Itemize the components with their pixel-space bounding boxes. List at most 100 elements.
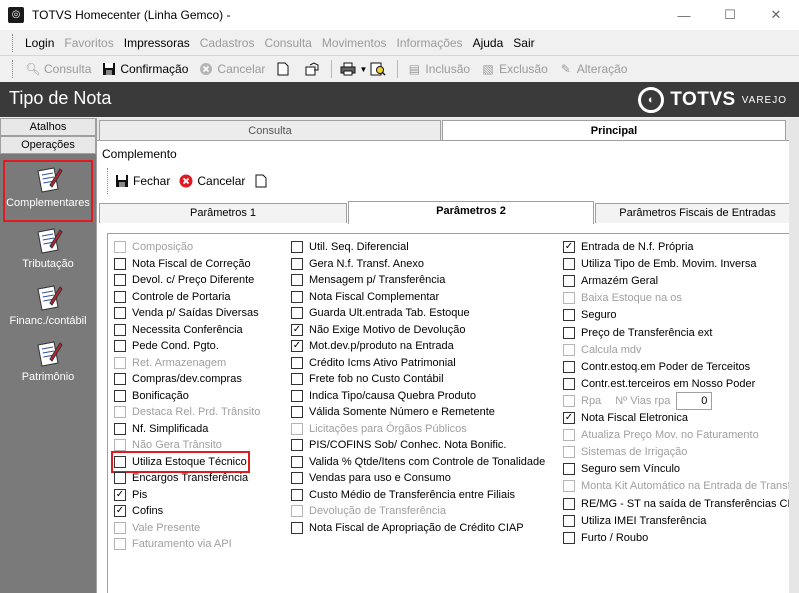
checkbox-box[interactable] <box>114 274 126 286</box>
checkbox-box[interactable] <box>114 406 126 418</box>
checkbox-necessita-conferencia[interactable]: Necessita Conferência <box>114 322 243 338</box>
exclusao-button[interactable]: ▧ Exclusão <box>475 58 553 80</box>
print-button[interactable]: ▼ <box>335 58 394 80</box>
checkbox-box[interactable] <box>563 309 575 322</box>
checkbox-box[interactable] <box>291 257 303 270</box>
print-dropdown-icon[interactable]: ▼ <box>359 65 367 74</box>
checkbox-nota-fiscal-de-correcao[interactable]: Nota Fiscal de Correção <box>114 256 251 272</box>
checkbox-contr-est-terceiros-em-nosso-poder[interactable]: Contr.est.terceiros em Nosso Poder <box>563 376 755 392</box>
checkbox-box[interactable] <box>563 429 575 442</box>
alteracao-button[interactable]: ✎ Alteração <box>553 58 633 80</box>
tab-parametros-2[interactable]: Parâmetros 2 <box>348 201 594 224</box>
checkbox-bonificacao[interactable]: Bonificação <box>114 388 189 404</box>
checkbox-box[interactable] <box>563 497 575 510</box>
nav-item-tributacao[interactable]: Tributação <box>0 223 96 285</box>
checkbox-furto-roubo[interactable]: Furto / Roubo <box>563 530 648 546</box>
checkbox-box[interactable] <box>563 394 575 407</box>
checkbox-box[interactable] <box>114 472 126 484</box>
checkbox-valida-somente-numero-e-remetente[interactable]: Válida Somente Número e Remetente <box>291 404 495 420</box>
confirmacao-button[interactable]: Confirmação <box>96 58 193 80</box>
checkbox-box[interactable]: ✓ <box>563 412 575 424</box>
menu-movimentos[interactable]: Movimentos <box>317 36 392 50</box>
checkbox-seguro-sem-vinculo[interactable]: Seguro sem Vínculo <box>563 461 680 477</box>
checkbox-faturamento-via-api[interactable]: Faturamento via API <box>114 536 232 552</box>
checkbox-box[interactable] <box>114 455 126 468</box>
checkbox-indica-tipo-causa-quebra-produto[interactable]: Indica Tipo/causa Quebra Produto <box>291 388 476 404</box>
checkbox-box[interactable] <box>291 472 303 484</box>
checkbox-box[interactable] <box>563 446 575 459</box>
checkbox-box[interactable] <box>563 463 575 476</box>
checkbox-nota-fiscal-de-apropriacao-de-credito-ciap[interactable]: Nota Fiscal de Apropriação de Crédito CI… <box>291 520 524 536</box>
checkbox-box[interactable] <box>291 274 303 286</box>
checkbox-destaca-rel-prd-transito[interactable]: Destaca Rel. Prd. Trânsito <box>114 404 260 420</box>
menu-consulta[interactable]: Consulta <box>259 36 316 50</box>
maximize-button[interactable]: ☐ <box>707 0 753 30</box>
checkbox-box[interactable] <box>291 488 303 501</box>
checkbox-valida-qtde-itens-com-controle-de-tonalidade[interactable]: Valida % Qtde/Itens com Controle de Tona… <box>291 454 545 470</box>
checkbox-seguro[interactable]: Seguro <box>563 307 616 323</box>
checkbox-mot-dev-p-produto-na-entrada[interactable]: ✓ Mot.dev.p/produto na Entrada <box>291 338 454 354</box>
checkbox-box[interactable] <box>563 292 575 305</box>
checkbox-box[interactable] <box>563 343 575 356</box>
checkbox-box[interactable] <box>291 455 303 468</box>
checkbox-vendas-para-uso-e-consumo[interactable]: Vendas para uso e Consumo <box>291 470 451 486</box>
checkbox-frete-fob-no-custo-contabil[interactable]: Frete fob no Custo Contábil <box>291 371 444 387</box>
nav-operacoes[interactable]: Operações <box>0 136 96 154</box>
tab-principal[interactable]: Principal <box>442 120 786 142</box>
checkbox-credito-icms-ativo-patrimonial[interactable]: Crédito Icms Ativo Patrimonial <box>291 355 456 371</box>
checkbox-box[interactable]: ✓ <box>114 505 126 517</box>
checkbox-contr-estoq-em-poder-de-terceitos[interactable]: Contr.estoq.em Poder de Terceitos <box>563 359 750 375</box>
checkbox-composicao[interactable]: Composição <box>114 239 193 255</box>
menu-login[interactable]: Login <box>20 36 59 50</box>
dialog-cancelar-button[interactable]: Cancelar <box>176 173 251 189</box>
tab-consulta[interactable]: Consulta <box>99 120 441 142</box>
checkbox-box[interactable]: ✓ <box>563 241 575 253</box>
checkbox-box[interactable] <box>291 439 303 451</box>
checkbox-vale-presente[interactable]: Vale Presente <box>114 520 200 536</box>
checkbox-nota-fiscal-complementar[interactable]: Nota Fiscal Complementar <box>291 289 439 305</box>
checkbox-controle-de-portaria[interactable]: Controle de Portaria <box>114 289 230 305</box>
checkbox-box[interactable] <box>114 373 126 385</box>
checkbox-nao-gera-transito[interactable]: Não Gera Trânsito <box>114 437 222 453</box>
checkbox-box[interactable] <box>114 290 126 303</box>
checkbox-sistemas-de-irrigacao[interactable]: Sistemas de Irrigação <box>563 444 687 460</box>
new-document-button[interactable] <box>270 58 299 80</box>
checkbox-nao-exige-motivo-de-devolucao[interactable]: ✓ Não Exige Motivo de Devolução <box>291 322 466 338</box>
fechar-button[interactable]: Fechar <box>112 173 176 189</box>
checkbox-util-seq-diferencial[interactable]: Util. Seq. Diferencial <box>291 239 409 255</box>
checkbox-box[interactable] <box>291 307 303 319</box>
checkbox-box[interactable] <box>291 241 303 253</box>
checkbox-box[interactable] <box>114 323 126 336</box>
checkbox-utiliza-imei-transferencia[interactable]: Utiliza IMEI Transferência <box>563 513 706 529</box>
checkbox-venda-p-saidas-diversas[interactable]: Venda p/ Saídas Diversas <box>114 305 259 321</box>
nav-atalhos[interactable]: Atalhos <box>0 118 96 136</box>
vias-rpa-input[interactable]: 0 <box>676 391 713 410</box>
checkbox-pede-cond-pgto[interactable]: Pede Cond. Pgto. <box>114 338 219 354</box>
menu-impressoras[interactable]: Impressoras <box>119 36 195 50</box>
nav-item-patrimonio[interactable]: Patrimônio <box>0 336 96 398</box>
checkbox-pis-cofins-sob-conhec-nota-bonific[interactable]: PIS/COFINS Sob/ Conhec. Nota Bonific. <box>291 437 506 453</box>
checkbox-box[interactable] <box>563 360 575 373</box>
checkbox-gera-n-f-transf-anexo[interactable]: Gera N.f. Transf. Anexo <box>291 256 424 272</box>
checkbox-box[interactable] <box>291 505 303 517</box>
vertical-scrollbar[interactable] <box>789 118 799 593</box>
checkbox-nf-simplificada[interactable]: Nf. Simplificada <box>114 421 208 437</box>
checkbox-pis[interactable]: ✓ Pis <box>114 487 147 503</box>
checkbox-preco-de-transferencia-ext[interactable]: Preço de Transferência ext <box>563 325 712 341</box>
tab-parametros-1[interactable]: Parâmetros 1 <box>99 203 347 223</box>
inclusao-button[interactable]: ▤ Inclusão <box>401 58 475 80</box>
consulta-button[interactable]: 🔍︎ Consulta <box>20 58 96 80</box>
checkbox-box[interactable] <box>291 406 303 418</box>
checkbox-box[interactable] <box>563 275 575 288</box>
checkbox-atualiza-preco-mov-no-faturamento[interactable]: Atualiza Preço Mov. no Faturamento <box>563 427 759 443</box>
checkbox-box[interactable] <box>563 531 575 544</box>
checkbox-box[interactable] <box>114 439 126 451</box>
checkbox-box[interactable] <box>114 538 126 550</box>
checkbox-box[interactable] <box>114 340 126 352</box>
dialog-new-button[interactable] <box>251 173 278 189</box>
checkbox-mensagem-p-transferencia[interactable]: Mensagem p/ Transferência <box>291 272 445 288</box>
checkbox-compras-dev-compras[interactable]: Compras/dev.compras <box>114 371 242 387</box>
checkbox-nota-fiscal-eletronica[interactable]: ✓ Nota Fiscal Eletronica <box>563 410 688 426</box>
menu-favoritos[interactable]: Favoritos <box>59 36 118 50</box>
tab-parametros-fiscais[interactable]: Parâmetros Fiscais de Entradas <box>595 203 799 223</box>
